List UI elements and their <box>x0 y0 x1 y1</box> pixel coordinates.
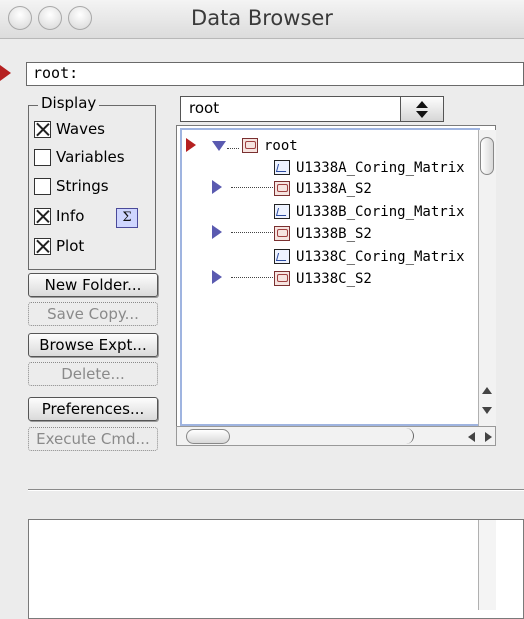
current-folder-popup[interactable]: root <box>180 96 444 122</box>
statistics-sigma-button[interactable]: Σ <box>116 208 138 228</box>
info-pane-scrollbar[interactable] <box>478 520 496 610</box>
current-folder-popup-value: root <box>189 99 220 117</box>
variables-checkbox-label: Variables <box>56 148 125 166</box>
waves-checkbox-label: Waves <box>56 120 105 138</box>
scroll-right-arrow-icon[interactable] <box>482 430 494 444</box>
folder-icon <box>274 271 290 286</box>
current-path-arrow-icon <box>0 65 11 81</box>
strings-checkbox[interactable] <box>34 178 51 195</box>
current-folder-marker-icon <box>186 138 196 152</box>
browse-expt-button[interactable]: Browse Expt... <box>28 333 158 357</box>
preferences-button[interactable]: Preferences... <box>28 397 158 421</box>
tree-item-label: U1338C_Coring_Matrix <box>296 249 465 265</box>
tree-connector <box>231 277 273 278</box>
variables-checkbox[interactable] <box>34 149 51 166</box>
pane-splitter[interactable] <box>28 489 524 491</box>
strings-checkbox-label: Strings <box>56 177 109 195</box>
info-checkbox[interactable] <box>34 208 51 225</box>
scroll-down-arrow-icon[interactable] <box>481 404 493 418</box>
scroll-up-arrow-icon[interactable] <box>481 384 493 398</box>
display-group-title: Display <box>38 94 100 112</box>
plot-checkbox-label: Plot <box>56 237 85 255</box>
info-text-pane[interactable] <box>28 519 524 619</box>
root-disclosure-triangle-icon[interactable] <box>212 141 226 151</box>
tree-item-label: U1338B_S2 <box>296 226 372 242</box>
folder-icon <box>242 138 258 153</box>
data-folder-path-field[interactable]: root: <box>26 62 524 86</box>
tree-connector <box>231 187 273 188</box>
path-row: root: <box>0 62 524 86</box>
waves-checkbox[interactable] <box>34 121 51 138</box>
folder-icon <box>274 226 290 241</box>
popup-updown-arrows-icon <box>400 96 444 122</box>
wave-icon <box>274 204 290 219</box>
info-checkbox-label: Info <box>56 207 85 225</box>
tree-item-label: U1338A_Coring_Matrix <box>296 160 465 176</box>
tree-vertical-scroll-thumb[interactable] <box>480 137 494 175</box>
folder-icon <box>274 181 290 196</box>
window-title: Data Browser <box>191 6 333 30</box>
delete-button[interactable]: Delete... <box>28 362 158 386</box>
scroll-left-arrow-icon[interactable] <box>466 430 478 444</box>
execute-cmd-button[interactable]: Execute Cmd... <box>28 427 158 451</box>
u1338b-s2-disclosure-triangle-icon[interactable] <box>212 225 222 239</box>
u1338c-s2-disclosure-triangle-icon[interactable] <box>212 270 222 284</box>
u1338a-s2-disclosure-triangle-icon[interactable] <box>212 180 222 194</box>
new-folder-button[interactable]: New Folder... <box>28 273 158 297</box>
wave-icon <box>274 249 290 264</box>
tree-connector <box>231 232 273 233</box>
tree-connector <box>227 148 239 149</box>
title-bar: Data Browser <box>0 0 524 39</box>
tree-item-label: U1338C_S2 <box>296 271 372 287</box>
wave-icon <box>274 160 290 175</box>
plot-checkbox[interactable] <box>34 238 51 255</box>
tree-item-label: U1338B_Coring_Matrix <box>296 204 465 220</box>
tree-item-label: root <box>264 138 298 154</box>
tree-item-label: U1338A_S2 <box>296 181 372 197</box>
horizontal-scroll-track-edge <box>214 428 414 444</box>
save-copy-button[interactable]: Save Copy... <box>28 302 158 326</box>
